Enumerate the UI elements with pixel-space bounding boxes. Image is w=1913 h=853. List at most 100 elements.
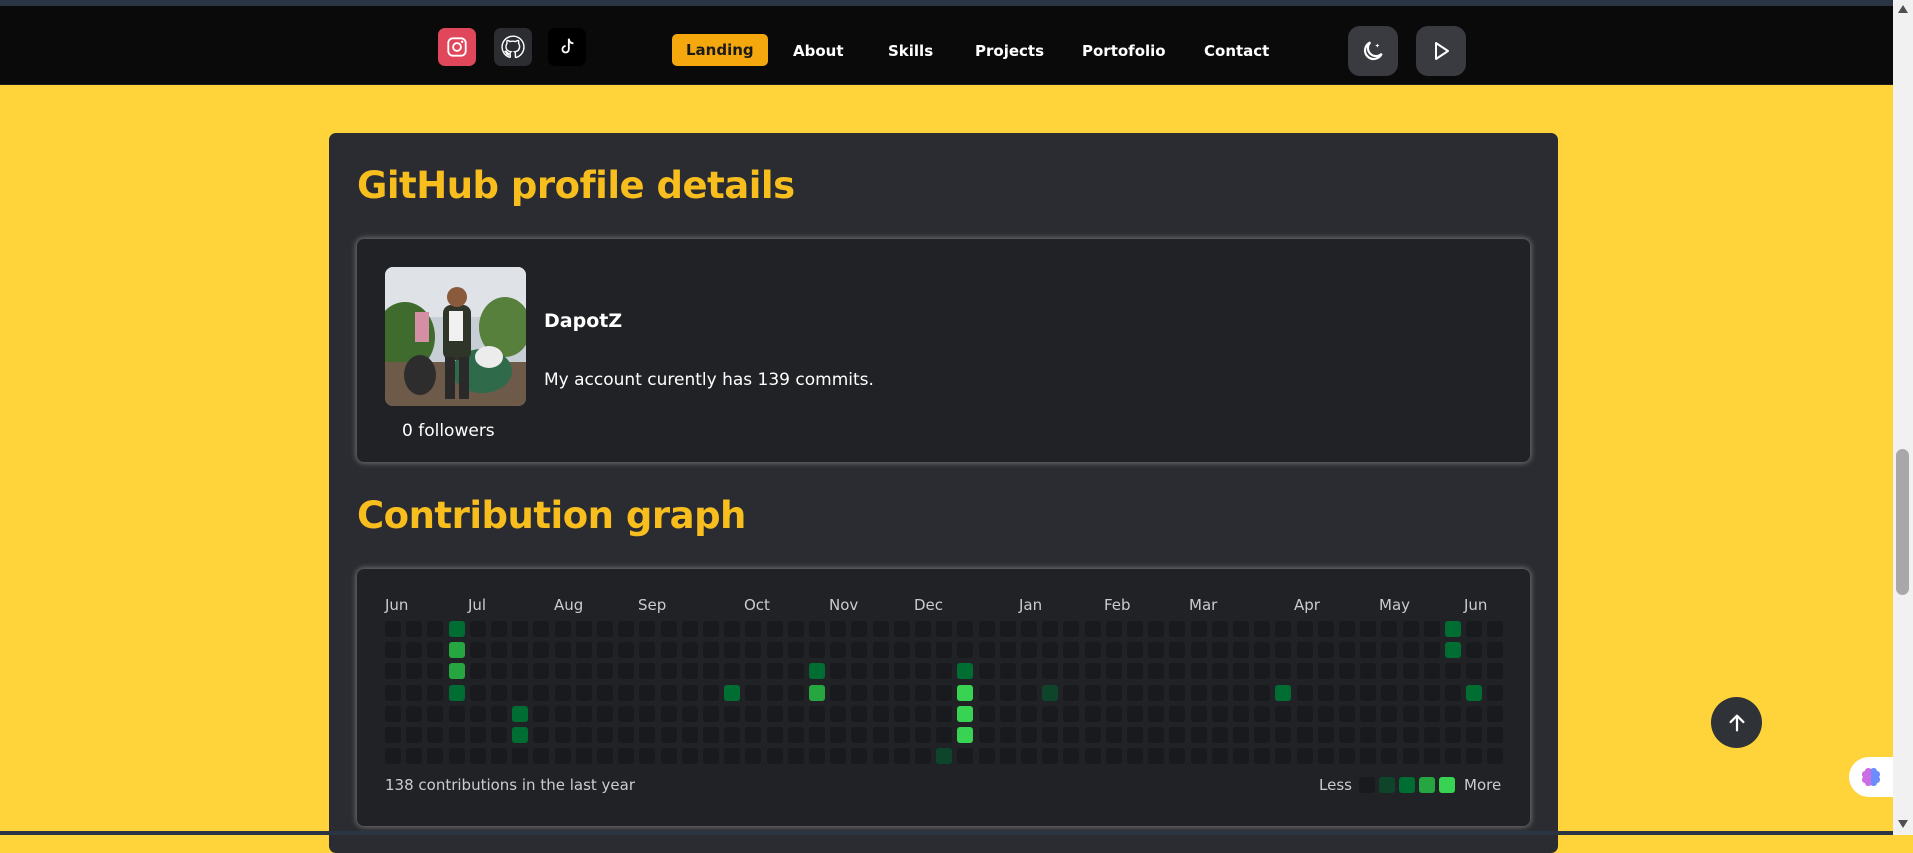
contribution-cell — [894, 685, 910, 701]
contribution-cell — [851, 642, 867, 658]
page-scrollbar[interactable] — [1893, 0, 1913, 835]
contribution-cell — [682, 642, 698, 658]
contribution-cell — [385, 621, 401, 637]
contribution-cell — [1021, 706, 1037, 722]
contribution-cell — [449, 727, 465, 743]
contribution-cell — [1381, 663, 1397, 679]
nav-landing[interactable]: Landing — [672, 34, 768, 66]
contribution-cell — [1403, 685, 1419, 701]
contribution-cell — [470, 748, 486, 764]
contribution-cell — [830, 621, 846, 637]
tiktok-icon — [561, 38, 574, 54]
legend-level-3 — [1419, 777, 1435, 793]
contribution-cell — [427, 642, 443, 658]
contribution-cell — [385, 663, 401, 679]
contribution-cell — [449, 706, 465, 722]
contribution-cell — [1191, 642, 1207, 658]
scroll-down-arrow[interactable] — [1896, 817, 1909, 831]
contribution-cell — [1339, 727, 1355, 743]
contribution-cell — [512, 621, 528, 637]
contribution-cell — [1318, 621, 1334, 637]
contribution-cell — [1212, 685, 1228, 701]
contribution-cell — [1297, 706, 1313, 722]
contribution-cell — [873, 706, 889, 722]
play-button[interactable] — [1416, 26, 1466, 76]
contribution-cell — [406, 621, 422, 637]
contribution-cell — [1254, 642, 1270, 658]
contribution-cell — [491, 663, 507, 679]
contribution-cell — [639, 727, 655, 743]
contribution-cell — [1466, 663, 1482, 679]
avatar — [385, 267, 526, 406]
contribution-cell — [1212, 642, 1228, 658]
contribution-cell — [979, 663, 995, 679]
contribution-cell — [1000, 706, 1016, 722]
contribution-cell — [1063, 642, 1079, 658]
contribution-cell — [427, 706, 443, 722]
contribution-cell — [533, 663, 549, 679]
contribution-cell — [1254, 748, 1270, 764]
contribution-cell — [1148, 706, 1164, 722]
contribution-cell — [957, 706, 973, 722]
contribution-cell — [491, 642, 507, 658]
contribution-cell — [1445, 621, 1461, 637]
contribution-cell — [1275, 748, 1291, 764]
contribution-cell — [851, 706, 867, 722]
contribution-cell — [1169, 685, 1185, 701]
nav-projects[interactable]: Projects — [975, 35, 1044, 67]
contribution-cell — [979, 727, 995, 743]
contribution-cell — [470, 727, 486, 743]
contribution-cell — [830, 685, 846, 701]
contribution-cell — [915, 706, 931, 722]
contribution-cell — [1381, 642, 1397, 658]
contribution-cell — [809, 663, 825, 679]
contribution-cell — [1466, 727, 1482, 743]
contribution-cell — [915, 663, 931, 679]
nav-about[interactable]: About — [793, 35, 844, 67]
github-link[interactable] — [494, 28, 532, 66]
contribution-cell — [1233, 621, 1249, 637]
contribution-cell — [915, 685, 931, 701]
contribution-cell — [597, 642, 613, 658]
contribution-cell — [1000, 621, 1016, 637]
contribution-cell — [1106, 642, 1122, 658]
assistant-extension-button[interactable] — [1849, 757, 1893, 797]
contribution-cell — [1212, 727, 1228, 743]
contribution-cell — [1169, 642, 1185, 658]
contribution-cell — [1085, 727, 1101, 743]
contribution-cell — [1254, 663, 1270, 679]
contribution-cell — [1275, 642, 1291, 658]
contribution-cell — [1233, 727, 1249, 743]
theme-toggle-button[interactable] — [1348, 26, 1398, 76]
contribution-cell — [449, 685, 465, 701]
contribution-cell — [1169, 663, 1185, 679]
contribution-cell — [915, 727, 931, 743]
scrollbar-thumb[interactable] — [1896, 449, 1909, 595]
contribution-cell — [661, 685, 677, 701]
nav-portofolio[interactable]: Portofolio — [1082, 35, 1166, 67]
contribution-cell — [1360, 642, 1376, 658]
instagram-link[interactable] — [438, 28, 476, 66]
contribution-cell — [491, 621, 507, 637]
nav-skills[interactable]: Skills — [888, 35, 933, 67]
contribution-cell — [1233, 706, 1249, 722]
contribution-cell — [1169, 706, 1185, 722]
contribution-cell — [1487, 663, 1503, 679]
contribution-cell — [809, 727, 825, 743]
play-icon — [1435, 42, 1449, 60]
scroll-up-arrow[interactable] — [1896, 2, 1909, 16]
contribution-cell — [767, 706, 783, 722]
contribution-cell — [1169, 748, 1185, 764]
contribution-cell — [1000, 685, 1016, 701]
contribution-cell — [979, 685, 995, 701]
contribution-cell — [745, 621, 761, 637]
scroll-to-top-button[interactable] — [1711, 697, 1762, 748]
contribution-cell — [1233, 748, 1249, 764]
contribution-cell — [788, 748, 804, 764]
tiktok-link[interactable] — [548, 28, 586, 66]
contribution-cell — [1106, 727, 1122, 743]
contribution-cell — [724, 663, 740, 679]
contribution-cell — [979, 642, 995, 658]
nav-contact[interactable]: Contact — [1204, 35, 1269, 67]
contribution-cell — [427, 685, 443, 701]
